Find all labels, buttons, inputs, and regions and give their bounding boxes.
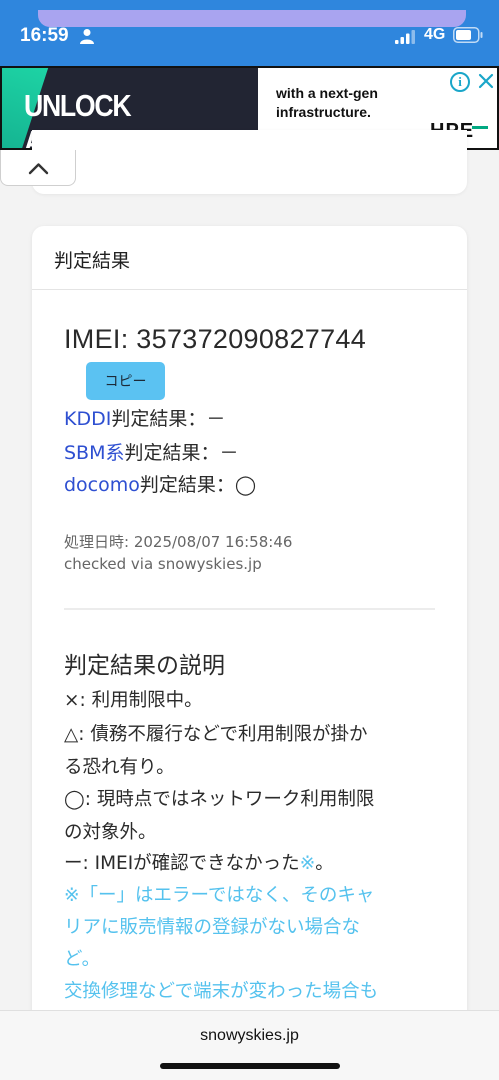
result-docomo: docomo判定結果：◯ — [64, 470, 256, 497]
close-icon[interactable] — [478, 73, 494, 89]
copy-button[interactable]: コピー — [86, 362, 165, 400]
note-mark: ※ — [299, 853, 316, 874]
explanation-line: △: 債務不履行などで利用制限が掛か — [64, 724, 368, 745]
dash-line-text: ー: IMEIが確認できなかった — [64, 853, 300, 874]
chevron-up-icon — [28, 163, 49, 175]
checked-via: checked via snowyskies.jp — [64, 555, 262, 573]
processed-at: 処理日時: 2025/08/07 16:58:46 — [64, 533, 293, 551]
network-type: 4G — [424, 26, 446, 43]
ad-brand-accent — [472, 126, 488, 129]
explanation-line: ×: 利用制限中。 — [64, 690, 203, 711]
explanation-line: る恐れ有り。 — [64, 757, 175, 778]
url-bar[interactable]: snowyskies.jp — [0, 1010, 499, 1080]
result-card: 判定結果 IMEI: 357372090827744 コピー KDDI判定結果：… — [32, 226, 467, 1026]
result-kddi: KDDI判定結果：－ — [64, 404, 225, 431]
result-sbm: SBM系判定結果：－ — [64, 438, 239, 465]
note-line: 交換修理などで端末が変わった場合も — [64, 981, 379, 1002]
explanation-title: 判定結果の説明 — [64, 653, 225, 679]
url-text[interactable]: snowyskies.jp — [0, 1027, 499, 1045]
note-line: リアに販売情報の登録がない場合な — [64, 917, 361, 938]
previous-card — [32, 130, 467, 194]
ad-text: with a next-gen infrastructure. — [276, 85, 378, 120]
note-line: ※「ー」はエラーではなく、そのキャ — [64, 885, 375, 906]
dash-line-end: 。 — [315, 853, 334, 874]
collapse-ad-button[interactable] — [0, 150, 76, 186]
explanation-line: の対象外。 — [64, 822, 157, 843]
imei-value: IMEI: 357372090827744 — [64, 324, 367, 354]
previous-card-button[interactable] — [38, 10, 466, 27]
divider — [64, 608, 435, 610]
explanation-line: ◯: 現時点ではネットワーク利用制限 — [64, 789, 375, 810]
result-label: 判定結果：－ — [124, 442, 239, 464]
carrier-link-docomo[interactable]: docomo — [64, 474, 140, 496]
status-time: 16:59 — [20, 25, 69, 46]
card-title: 判定結果 — [54, 250, 131, 272]
result-label: 判定結果：◯ — [139, 474, 257, 496]
info-icon[interactable]: i — [450, 72, 470, 92]
carrier-link-kddi[interactable]: KDDI — [64, 408, 111, 430]
result-label: 判定結果：－ — [111, 408, 226, 430]
carrier-link-sbm[interactable]: SBM系 — [64, 442, 125, 464]
card-header: 判定結果 — [32, 226, 467, 290]
person-icon — [80, 29, 94, 44]
explanation-dash-line: ー: IMEIが確認できなかった※。 — [64, 849, 334, 875]
note-line: ど。 — [64, 949, 101, 970]
battery-icon — [453, 27, 483, 43]
home-indicator[interactable] — [160, 1063, 340, 1069]
signal-icon — [395, 30, 415, 44]
